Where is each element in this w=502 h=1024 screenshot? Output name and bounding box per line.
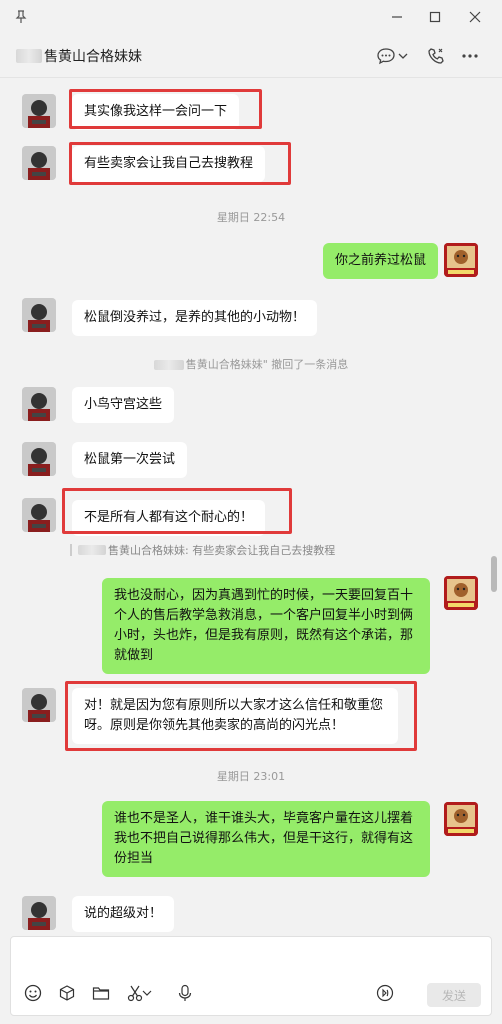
emoji-icon[interactable] xyxy=(21,981,45,1005)
chevron-down-icon[interactable] xyxy=(141,981,153,1005)
recall-notice: 售黄山合格妹妹" 撤回了一条消息 xyxy=(0,356,502,372)
contact-avatar[interactable] xyxy=(22,688,56,722)
self-avatar[interactable] xyxy=(444,576,478,610)
more-icon[interactable] xyxy=(458,44,482,68)
self-avatar[interactable] xyxy=(444,243,478,277)
message-bubble[interactable]: 松鼠倒没养过，是养的其他的小动物！ xyxy=(72,300,318,336)
message-bubble[interactable]: 你之前养过松鼠 xyxy=(322,243,438,279)
contact-avatar[interactable] xyxy=(22,896,56,930)
timestamp: 星期日 23:01 xyxy=(216,770,286,783)
chat-header: 售黄山合格妹妹 xyxy=(0,34,502,78)
send-button[interactable]: 发送 xyxy=(427,983,481,1007)
minimize-icon[interactable] xyxy=(384,4,410,30)
redacted-name-prefix xyxy=(78,545,106,555)
contact-avatar[interactable] xyxy=(22,442,56,476)
chevron-down-icon[interactable] xyxy=(396,44,410,68)
contact-avatar[interactable] xyxy=(22,498,56,532)
message-bubble[interactable]: 我也没耐心，因为真遇到忙的时候，一天要回复百十个人的售后教学急救消息，一个客户回… xyxy=(102,578,430,674)
box-icon[interactable] xyxy=(55,981,79,1005)
mic-icon[interactable] xyxy=(173,981,197,1005)
quote-bar xyxy=(70,544,72,556)
highlight-box xyxy=(69,142,291,185)
contact-avatar[interactable] xyxy=(22,146,56,180)
message-list[interactable]: 其实像我这样一会问一下 有些卖家会让我自己去搜教程 星期日 22:54 你之前养… xyxy=(0,78,502,936)
folder-icon[interactable] xyxy=(89,981,113,1005)
message-bubble[interactable]: 小鸟守宫这些 xyxy=(72,387,175,423)
highlight-box xyxy=(69,89,262,129)
contact-avatar[interactable] xyxy=(22,298,56,332)
self-avatar[interactable] xyxy=(444,802,478,836)
maximize-icon[interactable] xyxy=(422,4,448,30)
message-input[interactable]: 发送 xyxy=(10,936,492,1016)
title-bar xyxy=(0,0,502,34)
quoted-reply[interactable]: 售黄山合格妹妹: 有些卖家会让我自己去搜教程 xyxy=(70,542,335,558)
contact-avatar[interactable] xyxy=(22,94,56,128)
redacted-name-prefix xyxy=(153,360,184,370)
highlight-box xyxy=(62,488,292,534)
phone-icon[interactable] xyxy=(424,44,448,68)
message-bubble[interactable]: 谁也不是圣人，谁干谁头大，毕竟客户量在这儿摆着 我也不把自己说得那么伟大，但是干… xyxy=(102,801,430,877)
highlight-box xyxy=(65,681,417,751)
close-icon[interactable] xyxy=(462,4,488,30)
chat-bubble-icon[interactable] xyxy=(374,44,398,68)
message-bubble[interactable]: 松鼠第一次尝试 xyxy=(72,442,188,478)
redacted-name-prefix xyxy=(16,49,42,63)
voice-icon[interactable] xyxy=(373,981,397,1005)
pin-icon[interactable] xyxy=(8,4,34,30)
scrollbar-thumb[interactable] xyxy=(491,556,497,592)
timestamp: 星期日 22:54 xyxy=(216,211,286,224)
contact-name[interactable]: 售黄山合格妹妹 xyxy=(16,46,142,66)
message-bubble[interactable]: 说的超级对！ xyxy=(72,896,175,932)
contact-avatar[interactable] xyxy=(22,387,56,421)
